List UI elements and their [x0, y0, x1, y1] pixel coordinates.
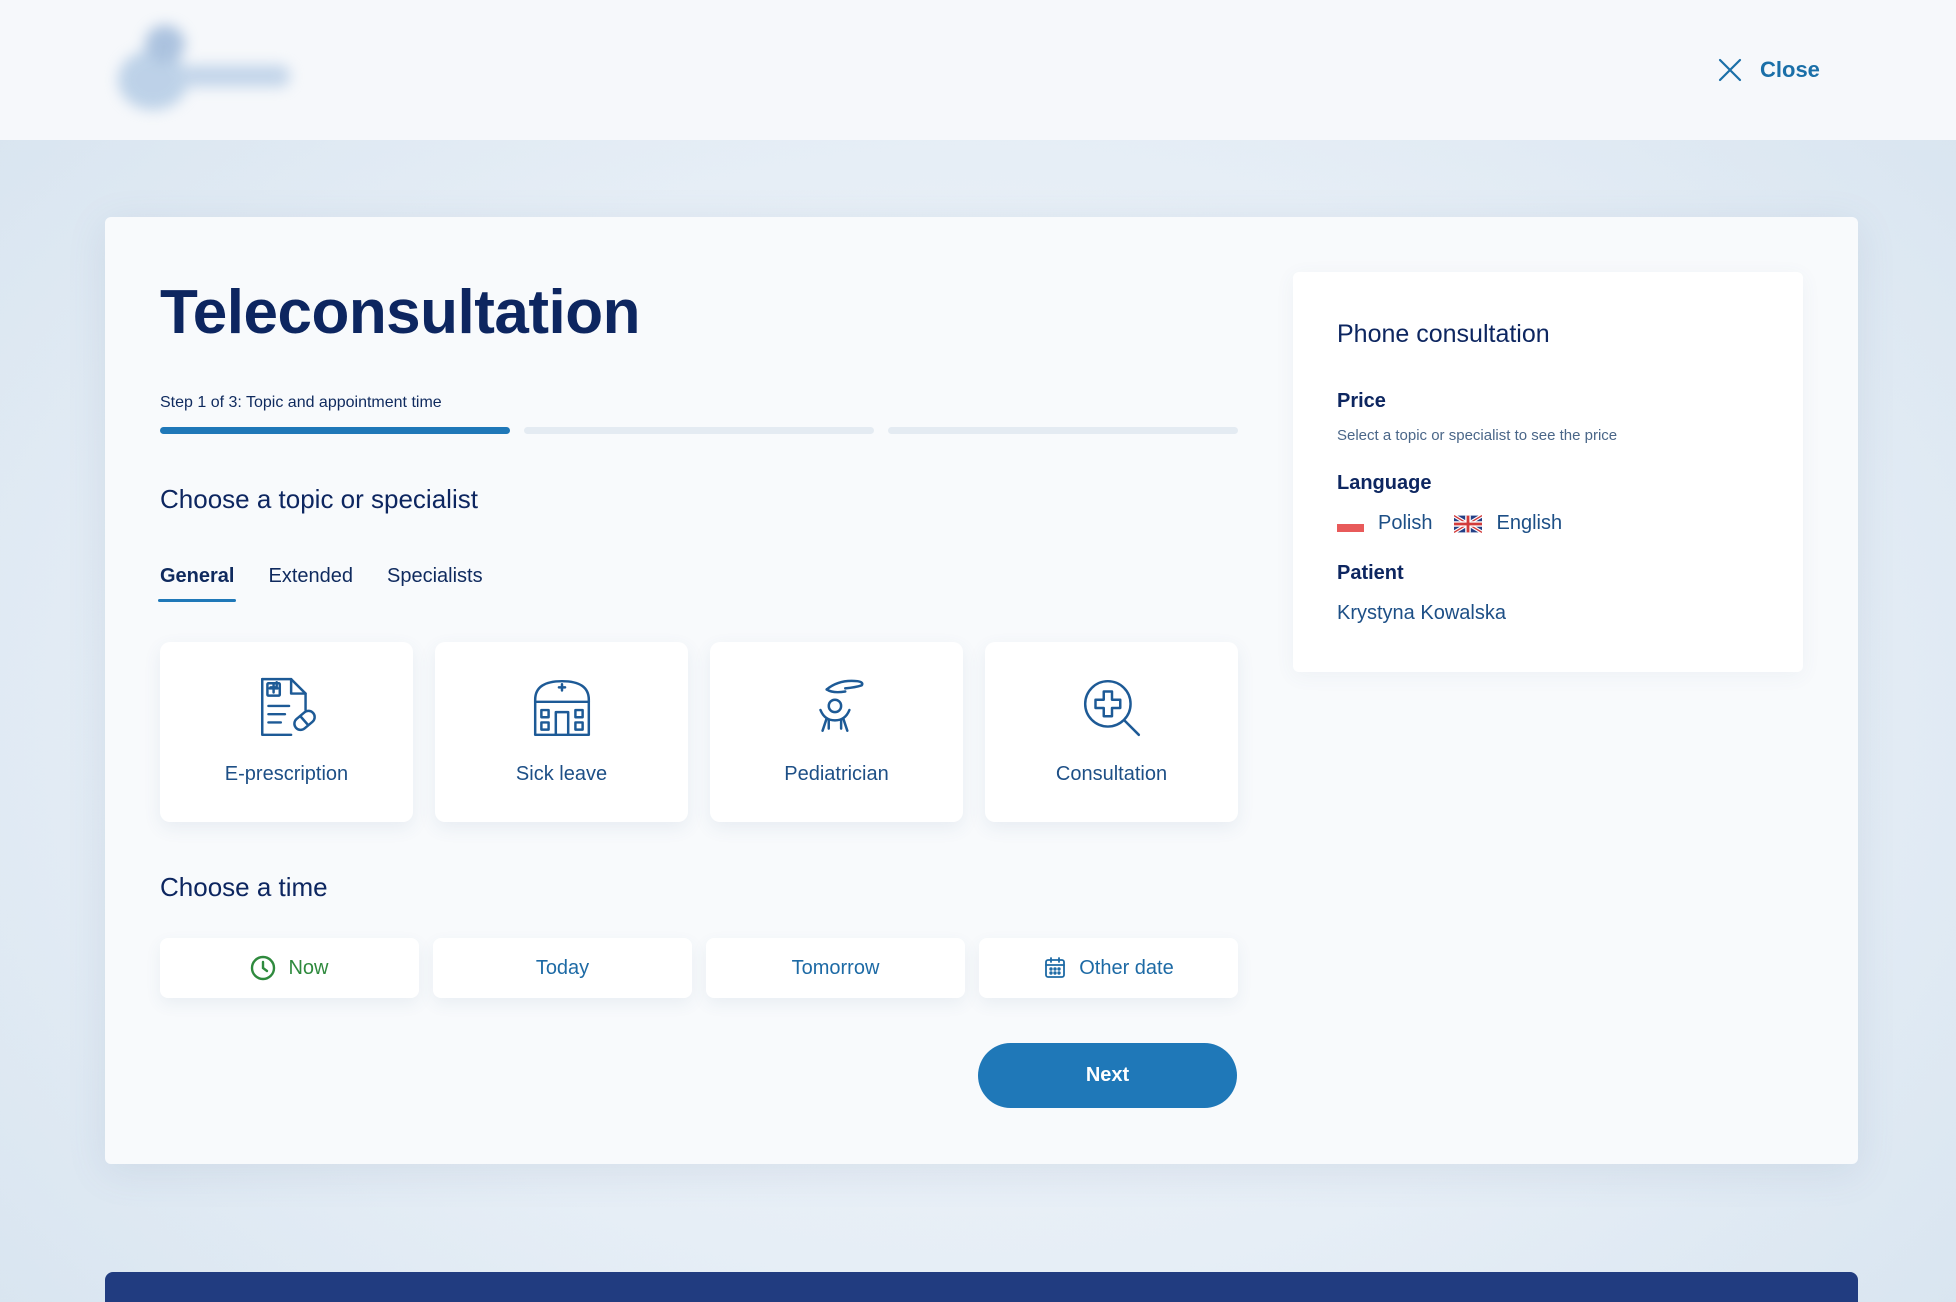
- language-label-english: English: [1496, 512, 1563, 534]
- poland-flag-icon: [1337, 515, 1364, 532]
- patient-label: Patient: [1337, 562, 1404, 584]
- progress-step-1: [160, 427, 510, 434]
- time-option-label: Today: [535, 956, 590, 979]
- tab-extended[interactable]: Extended: [268, 565, 353, 602]
- top-bar: Close: [0, 0, 1956, 140]
- booking-card: Teleconsultation Step 1 of 3: Topic and …: [105, 217, 1858, 1164]
- topic-grid: E-prescription Sick leave Pediatrician C…: [160, 642, 1238, 822]
- time-option-label: Now: [288, 956, 329, 979]
- step-label: Step 1 of 3: Topic and appointment time: [160, 394, 442, 411]
- topic-heading: Choose a topic or specialist: [160, 484, 478, 514]
- topic-label: Pediatrician: [784, 763, 889, 785]
- tab-general[interactable]: General: [157, 565, 237, 602]
- time-heading: Choose a time: [160, 872, 328, 902]
- time-option-label: Other date: [1079, 956, 1174, 979]
- e-prescription-icon: [260, 677, 316, 737]
- summary-title: Phone consultation: [1337, 320, 1550, 348]
- page-title: Teleconsultation: [160, 278, 641, 347]
- progress-step-3: [888, 427, 1238, 434]
- topic-tabs: General Extended Specialists: [157, 565, 483, 602]
- calendar-icon: [1045, 957, 1066, 978]
- uk-flag-icon: [1454, 514, 1483, 533]
- time-options: Now Today Tomorrow Other date: [160, 938, 1238, 998]
- time-option-now[interactable]: Now: [160, 938, 419, 998]
- pediatrician-icon: [818, 679, 863, 732]
- progress-step-2: [524, 427, 874, 434]
- time-option-tomorrow[interactable]: Tomorrow: [706, 938, 965, 998]
- topic-sick-leave[interactable]: Sick leave: [435, 642, 688, 822]
- topic-e-prescription[interactable]: E-prescription: [160, 642, 413, 822]
- footer-bar: [105, 1272, 1858, 1302]
- step-progress: [160, 427, 1238, 434]
- language-english[interactable]: English: [1454, 512, 1562, 535]
- time-option-other-date[interactable]: Other date: [979, 938, 1238, 998]
- topic-label: E-prescription: [224, 763, 349, 785]
- brand-logo: [110, 20, 300, 120]
- price-label: Price: [1337, 390, 1386, 412]
- topic-pediatrician[interactable]: Pediatrician: [710, 642, 963, 822]
- topic-consultation[interactable]: Consultation: [985, 642, 1238, 822]
- consultation-icon: [1083, 679, 1140, 737]
- close-button[interactable]: Close: [1718, 50, 1820, 90]
- language-label: Language: [1337, 472, 1432, 494]
- next-button[interactable]: Next: [978, 1043, 1237, 1108]
- language-polish[interactable]: Polish: [1337, 512, 1432, 535]
- language-list: Polish English: [1337, 512, 1562, 535]
- clock-icon: [251, 955, 276, 981]
- close-icon: [1718, 58, 1742, 82]
- patient-name: Krystyna Kowalska: [1337, 602, 1506, 624]
- price-note: Select a topic or specialist to see the …: [1337, 427, 1618, 444]
- topic-label: Consultation: [1055, 763, 1168, 785]
- summary-panel: Phone consultation Price Select a topic …: [1293, 272, 1803, 672]
- time-option-today[interactable]: Today: [433, 938, 692, 998]
- topic-label: Sick leave: [515, 763, 608, 785]
- tab-specialists[interactable]: Specialists: [387, 565, 483, 602]
- time-option-label: Tomorrow: [791, 956, 880, 979]
- close-label: Close: [1760, 57, 1820, 82]
- sick-leave-icon: [533, 679, 590, 737]
- language-label-polish: Polish: [1378, 512, 1433, 534]
